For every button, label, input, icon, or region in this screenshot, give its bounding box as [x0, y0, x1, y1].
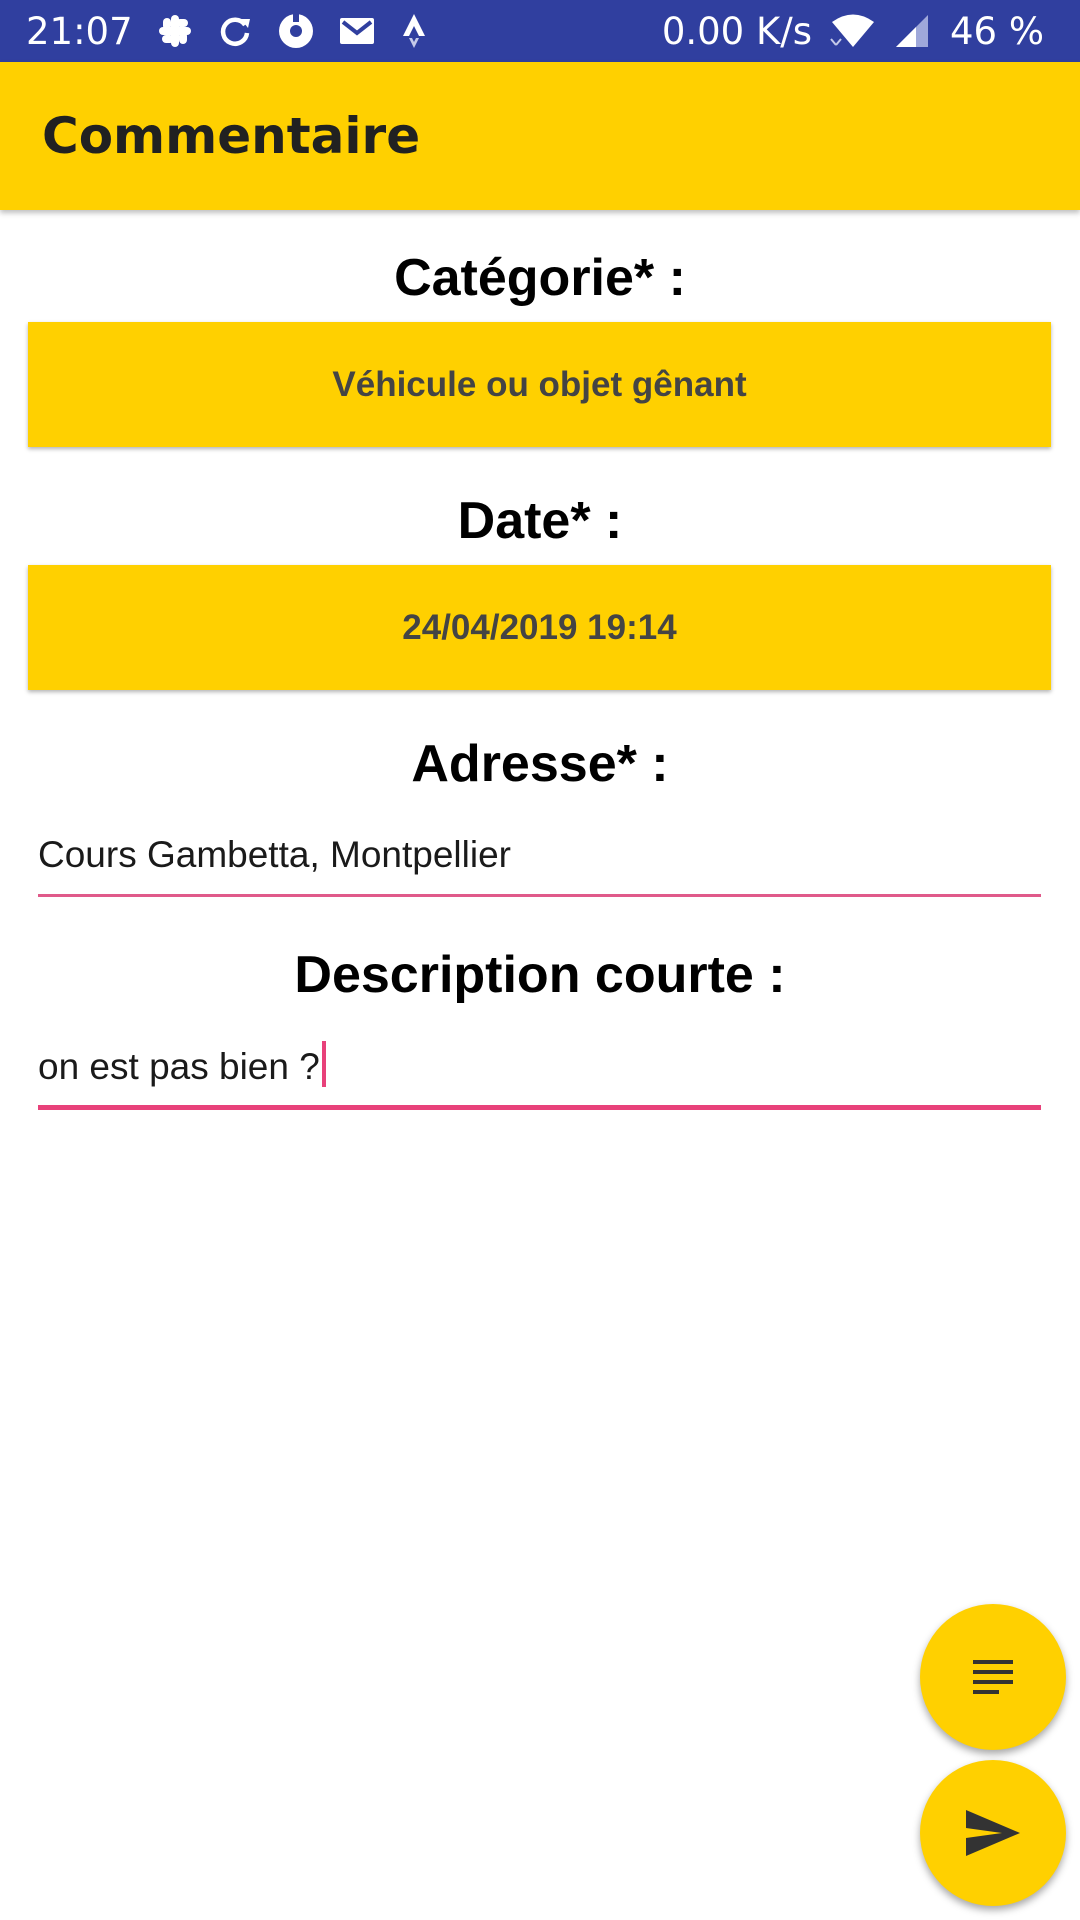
app-bar: Commentaire: [0, 62, 1080, 210]
status-bar: 21:07 0.00 K/s 46 %: [0, 0, 1080, 62]
address-underline: [38, 894, 1041, 897]
text-cursor: [321, 1041, 326, 1087]
description-field[interactable]: on est pas bien ?: [38, 1041, 1041, 1110]
date-picker-button[interactable]: 24/04/2019 19:14: [28, 565, 1051, 690]
notes-icon: [971, 1657, 1015, 1697]
cell-signal-icon: [894, 13, 930, 49]
strava-icon: [399, 12, 429, 50]
slack-icon: [157, 13, 193, 49]
description-value-row: on est pas bien ?: [38, 1041, 1041, 1091]
description-value: on est pas bien ?: [38, 1046, 320, 1087]
description-label: Description courte :: [294, 946, 786, 1004]
address-value: Cours Gambetta, Montpellier: [38, 834, 511, 875]
notes-fab-button[interactable]: [920, 1604, 1066, 1750]
address-label: Adresse* :: [411, 735, 669, 793]
donut-app-icon: [277, 12, 315, 50]
status-right: 0.00 K/s 46 %: [662, 10, 1044, 53]
address-field[interactable]: Cours Gambetta, Montpellier: [38, 830, 1041, 897]
sync-icon: [217, 13, 253, 49]
battery-level: 46 %: [950, 9, 1044, 53]
status-time: 21:07: [26, 9, 133, 53]
gmail-icon: [339, 16, 375, 46]
send-icon: [964, 1808, 1022, 1858]
wifi-icon: [830, 13, 876, 49]
date-label: Date* :: [457, 492, 623, 550]
category-selector-button[interactable]: Véhicule ou objet gênant: [28, 322, 1051, 447]
category-label: Catégorie* :: [394, 249, 686, 307]
send-fab-button[interactable]: [920, 1760, 1066, 1906]
status-left: 21:07: [26, 10, 429, 53]
network-speed: 0.00 K/s: [661, 9, 812, 53]
description-underline: [38, 1105, 1041, 1110]
page-title: Commentaire: [42, 107, 421, 165]
